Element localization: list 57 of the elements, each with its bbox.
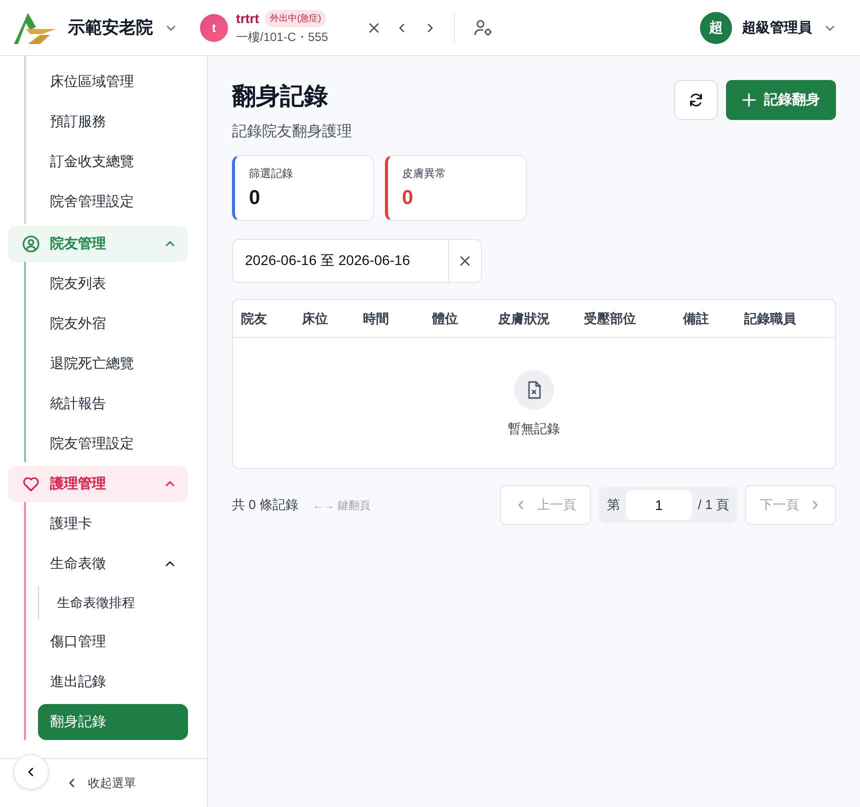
record-count: 共 0 條記錄 xyxy=(232,496,298,514)
column-header: 時間 xyxy=(363,310,390,328)
sidebar-item[interactable]: 傷口管理 xyxy=(38,624,188,660)
sidebar-item[interactable]: 翻身記錄 xyxy=(38,704,188,740)
sidebar-item[interactable]: 院友管理設定 xyxy=(38,426,188,462)
page-subtitle: 記錄院友翻身護理 xyxy=(232,122,352,141)
add-record-button[interactable]: 記錄翻身 xyxy=(726,80,836,120)
sidebar-item[interactable]: 院友外宿 xyxy=(38,306,188,342)
sidebar-item[interactable]: 統計報告 xyxy=(38,386,188,422)
sidebar-item[interactable]: 生命表徵排程 xyxy=(39,586,189,620)
sidebar-item[interactable]: 床位區域管理 xyxy=(38,64,188,100)
page-prefix: 第 xyxy=(606,496,620,514)
sidebar-item[interactable]: 護理卡 xyxy=(38,506,188,542)
keyboard-hint: ←→ 鍵翻頁 xyxy=(312,498,371,512)
sidebar-item[interactable]: 進出記錄 xyxy=(38,664,188,700)
plus-icon xyxy=(742,93,756,107)
sidebar-item[interactable]: 院舍管理設定 xyxy=(38,184,188,220)
resident-location: 一樓/101-C・555 xyxy=(236,28,328,46)
sidebar-item[interactable]: 訂金收支總覽 xyxy=(38,144,188,180)
sidebar-item[interactable]: 退院死亡總覽 xyxy=(38,346,188,382)
empty-message: 暫無記錄 xyxy=(508,420,560,438)
column-header: 備註 xyxy=(683,310,710,328)
page-total: / 1 頁 xyxy=(698,496,729,514)
heart-icon xyxy=(22,475,40,493)
resident-avatar: t xyxy=(200,14,228,42)
column-header: 皮膚狀況 xyxy=(498,310,551,328)
user-gear-icon xyxy=(473,18,494,38)
empty-file-icon xyxy=(514,370,554,410)
sidebar-group[interactable]: 護理管理 xyxy=(8,466,188,502)
stat-label: 皮膚異常 xyxy=(402,167,447,181)
column-header: 記錄職員 xyxy=(744,310,797,328)
close-icon xyxy=(459,255,471,267)
date-range-field[interactable]: 2026-06-16 至 2026-06-16 xyxy=(232,239,482,283)
logo-icon xyxy=(12,10,58,44)
facility-name: 示範安老院 xyxy=(68,17,153,39)
stat-value: 0 xyxy=(402,187,414,210)
resident-name: trtrt xyxy=(236,10,260,26)
column-header: 床位 xyxy=(302,310,329,328)
page-input[interactable]: 1 xyxy=(626,490,692,520)
refresh-button[interactable] xyxy=(674,80,718,120)
user-name: 超級管理員 xyxy=(742,18,812,36)
refresh-icon xyxy=(688,92,704,108)
column-header: 院友 xyxy=(241,310,268,328)
status-badge: 外出中(急症) xyxy=(265,10,326,26)
sidebar-item[interactable]: 院友列表 xyxy=(38,266,188,302)
column-header: 體位 xyxy=(432,310,459,328)
close-icon xyxy=(368,22,380,34)
stat-value: 0 xyxy=(249,187,262,210)
collapse-menu-button[interactable]: 收起選單 xyxy=(66,774,136,792)
person-circle-icon xyxy=(22,235,40,253)
user-avatar: 超 xyxy=(700,12,732,44)
stat-label: 篩選記錄 xyxy=(249,167,294,181)
column-header: 受壓部位 xyxy=(584,310,637,328)
sidebar-item[interactable]: 生命表徵 xyxy=(38,546,188,582)
page-title: 翻身記錄 xyxy=(232,82,329,112)
sidebar-item[interactable]: 預訂服務 xyxy=(38,104,188,140)
sidebar-group[interactable]: 院友管理 xyxy=(8,226,188,262)
